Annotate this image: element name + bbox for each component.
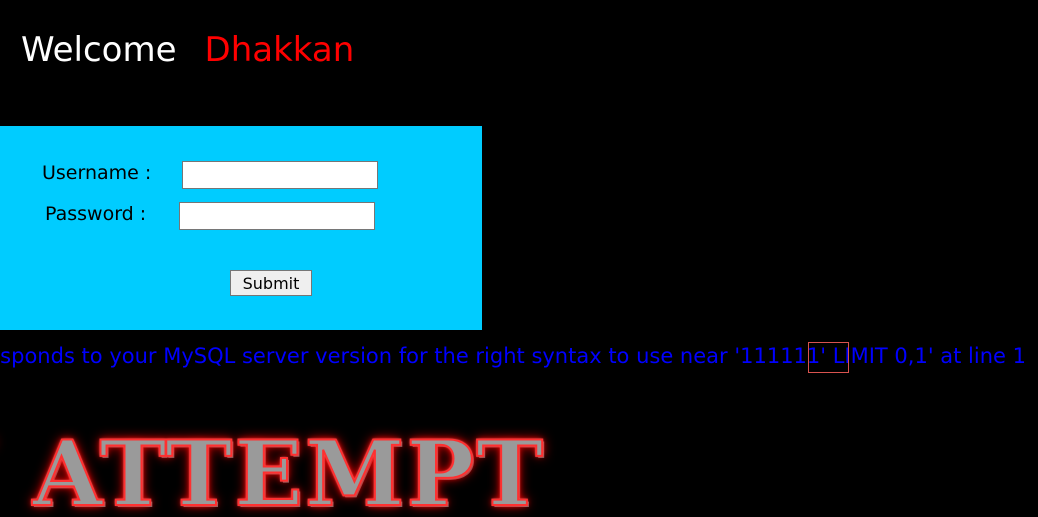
welcome-label: Welcome <box>21 30 177 70</box>
highlight-box <box>808 342 849 373</box>
submit-button[interactable]: Submit <box>230 270 312 296</box>
username-label: Username : <box>42 162 152 184</box>
password-field[interactable] <box>179 202 375 230</box>
injection-attempt-banner: N ATTEMPT <box>0 421 546 517</box>
page: Welcome Dhakkan Username : Password : Sub… <box>0 0 1038 517</box>
username-field[interactable] <box>182 161 378 189</box>
sql-error-message: responds to your MySQL server version fo… <box>0 344 1026 368</box>
welcome-header: Welcome Dhakkan <box>21 28 354 72</box>
user-name: Dhakkan <box>204 30 355 70</box>
login-form: Username : Password : Submit <box>0 126 482 330</box>
password-label: Password : <box>45 203 147 225</box>
